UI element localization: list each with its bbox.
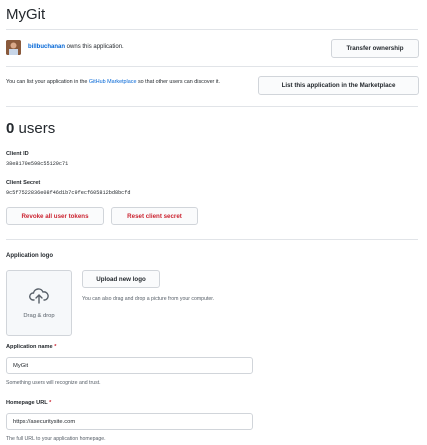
- app-name-input[interactable]: MyGit: [6, 357, 253, 374]
- divider: [6, 106, 418, 107]
- homepage-url-input[interactable]: https://asecuritysite.com: [6, 413, 253, 430]
- marketplace-description: You can list your application in the Git…: [6, 78, 256, 87]
- divider: [6, 66, 418, 67]
- client-id-value: 38e8170e598c55120c71: [6, 161, 69, 167]
- app-name-label: Application name *: [6, 344, 56, 350]
- users-count: 0 users: [6, 120, 55, 137]
- required-mark: *: [54, 344, 57, 350]
- users-word: users: [18, 120, 56, 137]
- homepage-url-label: Homepage URL *: [6, 400, 51, 406]
- owner-link[interactable]: billbuchanan: [28, 44, 65, 50]
- app-name-label-text: Application name: [6, 344, 53, 350]
- page-title: MyGit: [6, 6, 46, 23]
- logo-section-title: Application logo: [6, 253, 53, 259]
- divider: [6, 29, 418, 30]
- transfer-ownership-button[interactable]: Transfer ownership: [331, 39, 419, 58]
- app-name-help: Something users will recognize and trust…: [6, 380, 101, 386]
- client-secret-label: Client Secret: [6, 180, 41, 186]
- logo-dropzone[interactable]: Drag & drop: [6, 270, 72, 336]
- users-number: 0: [6, 120, 15, 137]
- logo-help-text: You can also drag and drop a picture fro…: [82, 296, 215, 302]
- client-id-label: Client ID: [6, 151, 29, 157]
- owner-suffix: owns this application.: [65, 44, 124, 50]
- avatar[interactable]: [6, 40, 21, 55]
- marketplace-link[interactable]: GitHub Marketplace: [89, 79, 137, 85]
- divider: [6, 239, 418, 240]
- revoke-tokens-button[interactable]: Revoke all user tokens: [6, 207, 104, 225]
- cloud-upload-icon: [29, 287, 49, 309]
- marketplace-text-after: so that other users can discover it.: [136, 79, 221, 85]
- marketplace-text-before: You can list your application in the: [6, 79, 89, 85]
- upload-logo-button[interactable]: Upload new logo: [82, 270, 160, 288]
- homepage-url-label-text: Homepage URL: [6, 400, 48, 406]
- required-mark: *: [49, 400, 52, 406]
- drag-drop-text: Drag & drop: [23, 312, 55, 319]
- reset-secret-button[interactable]: Reset client secret: [111, 207, 198, 225]
- owner-line: billbuchanan owns this application.: [28, 44, 124, 50]
- homepage-url-help: The full URL to your application homepag…: [6, 436, 106, 442]
- list-in-marketplace-button[interactable]: List this application in the Marketplace: [258, 76, 419, 95]
- client-secret-value: 9c5f7522836e08f46d1b7c9fecf605812bd8bcfd: [6, 190, 131, 196]
